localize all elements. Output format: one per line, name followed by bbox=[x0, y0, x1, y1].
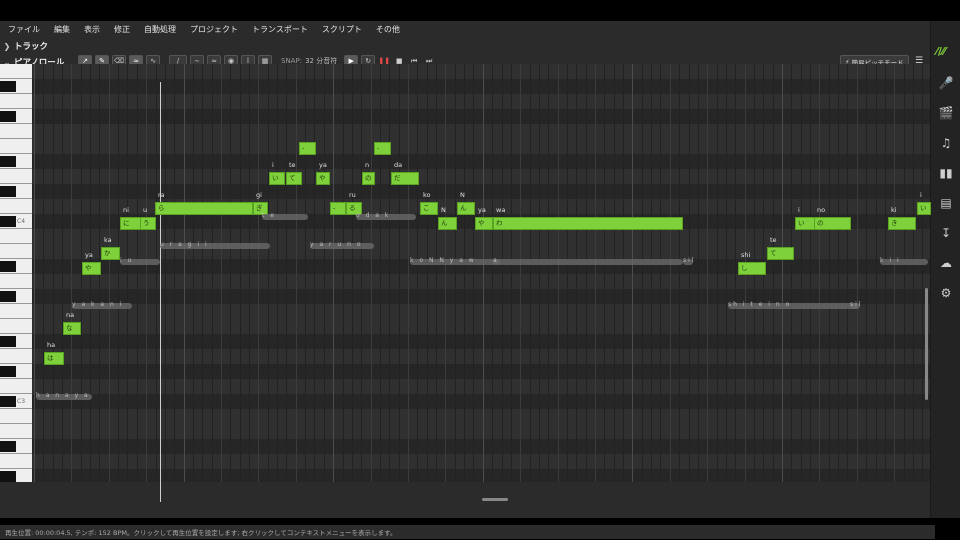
menu-automation[interactable]: 自動処理 bbox=[144, 24, 176, 35]
status-bar: 再生位置: 00:00:04.5, テンポ: 152 BPM。クリックして再生位… bbox=[0, 525, 935, 539]
save-icon[interactable]: ▤ bbox=[938, 195, 954, 211]
note-block[interactable]: - bbox=[330, 202, 346, 215]
note-lyric: te bbox=[289, 161, 296, 169]
note-lyric: ki bbox=[891, 206, 897, 214]
note-block[interactable]: し bbox=[738, 262, 766, 275]
note-block[interactable]: の bbox=[814, 217, 851, 230]
menu-other[interactable]: その他 bbox=[376, 24, 400, 35]
phoneme-label: y a r u n o bbox=[310, 241, 363, 248]
note-block[interactable]: こ bbox=[420, 202, 438, 215]
right-sidebar: ⁄/⁄⁄ 🎤 🎬 ♫ ▮▮ ▤ ↧ ☁ ⚙ bbox=[930, 21, 960, 518]
note-lyric: ya bbox=[319, 161, 327, 169]
clapperboard-icon[interactable]: 🎬 bbox=[938, 105, 954, 121]
phoneme-label: t e bbox=[262, 212, 276, 219]
note-lyric: ya bbox=[85, 251, 93, 259]
note-lyric: i bbox=[272, 161, 274, 169]
menu-bar: ファイル 編集 表示 修正 自動処理 プロジェクト トランスポート スクリプト … bbox=[0, 21, 930, 38]
note-lyric: ru bbox=[349, 191, 356, 199]
app-logo-icon: ⁄/⁄⁄ bbox=[936, 45, 946, 58]
microphone-icon[interactable]: 🎤 bbox=[938, 75, 954, 91]
note-lyric: i bbox=[920, 191, 922, 199]
music-note-icon[interactable]: ♫ bbox=[938, 135, 954, 151]
track-panel-header[interactable]: ❯ トラック bbox=[0, 38, 930, 54]
menu-file[interactable]: ファイル bbox=[8, 24, 40, 35]
note-block[interactable]: い bbox=[269, 172, 285, 185]
note-block[interactable]: ら bbox=[155, 202, 253, 215]
note-lyric: shi bbox=[741, 251, 751, 259]
note-lyric: N bbox=[441, 206, 446, 214]
cloud-icon[interactable]: ☁ bbox=[938, 255, 954, 271]
track-label: トラック bbox=[14, 42, 49, 52]
chevron-right-icon: ❯ bbox=[3, 41, 11, 51]
phoneme-label: u r a g i i bbox=[160, 241, 209, 248]
note-block[interactable]: わ bbox=[493, 217, 683, 230]
vertical-scrollbar[interactable] bbox=[925, 288, 928, 400]
note-block[interactable]: や bbox=[475, 217, 493, 230]
note-lyric: na bbox=[66, 311, 75, 319]
note-lyric: wa bbox=[496, 206, 506, 214]
waveform-strip bbox=[493, 259, 683, 265]
gear-icon[interactable]: ⚙ bbox=[938, 285, 954, 301]
phoneme-label: h a n a y a bbox=[36, 392, 90, 399]
note-block[interactable]: き bbox=[888, 217, 916, 230]
phoneme-label: sh i t e i n o bbox=[728, 301, 792, 308]
note-block[interactable]: て bbox=[286, 172, 302, 185]
note-lyric: N bbox=[460, 191, 465, 199]
note-block[interactable]: て bbox=[767, 247, 794, 260]
note-lyric: u bbox=[143, 206, 148, 214]
note-block[interactable]: や bbox=[82, 262, 101, 275]
note-lyric: da bbox=[394, 161, 403, 169]
note-lyric: ko bbox=[423, 191, 431, 199]
note-lyric: n bbox=[365, 161, 370, 169]
note-lyric: te bbox=[770, 236, 777, 244]
playhead[interactable] bbox=[160, 82, 161, 502]
note-lyric: ha bbox=[47, 341, 56, 349]
phoneme-label: sil bbox=[850, 301, 863, 308]
note-lyric: i bbox=[798, 206, 800, 214]
note-lyric: ka bbox=[104, 236, 112, 244]
note-block[interactable]: な bbox=[63, 322, 81, 335]
horizontal-scrollbar[interactable] bbox=[482, 498, 508, 501]
phoneme-label: i u bbox=[120, 257, 134, 264]
note-block[interactable]: い bbox=[917, 202, 931, 215]
menu-modify[interactable]: 修正 bbox=[114, 24, 130, 35]
note-lyric: ra bbox=[158, 191, 165, 199]
menu-transport[interactable]: トランスポート bbox=[252, 24, 308, 35]
phoneme-label: a bbox=[493, 257, 499, 264]
note-lyric: gi bbox=[256, 191, 262, 199]
note-lyric: no bbox=[817, 206, 826, 214]
note-block[interactable]: - bbox=[299, 142, 316, 155]
key-label-c4: C4 bbox=[17, 218, 26, 225]
menu-view[interactable]: 表示 bbox=[84, 24, 100, 35]
phoneme-label: o d a k bbox=[356, 212, 391, 219]
phoneme-label: k i i bbox=[880, 257, 901, 264]
menu-edit[interactable]: 編集 bbox=[54, 24, 70, 35]
note-lyric: ya bbox=[478, 206, 486, 214]
import-icon[interactable]: ↧ bbox=[938, 225, 954, 241]
piano-roll-grid[interactable] bbox=[32, 64, 930, 482]
key-label-c3: C3 bbox=[17, 398, 26, 405]
note-block[interactable]: は bbox=[44, 352, 64, 365]
phoneme-label: k o N N y a w bbox=[410, 257, 476, 264]
piano-keyboard[interactable] bbox=[0, 64, 32, 482]
menu-project[interactable]: プロジェクト bbox=[190, 24, 238, 35]
note-lyric: ni bbox=[123, 206, 129, 214]
menu-script[interactable]: スクリプト bbox=[322, 24, 362, 35]
note-block[interactable]: や bbox=[316, 172, 330, 185]
note-block[interactable]: の bbox=[362, 172, 375, 185]
note-block[interactable]: う bbox=[140, 217, 156, 230]
note-block[interactable]: - bbox=[374, 142, 391, 155]
note-block[interactable]: だ bbox=[391, 172, 419, 185]
note-block[interactable]: ん bbox=[438, 217, 457, 230]
note-block[interactable]: か bbox=[101, 247, 120, 260]
note-block[interactable]: ん bbox=[457, 202, 475, 215]
library-icon[interactable]: ▮▮ bbox=[938, 165, 954, 181]
phoneme-label: y a k a n i bbox=[72, 301, 124, 308]
phoneme-label: sil bbox=[683, 257, 696, 264]
